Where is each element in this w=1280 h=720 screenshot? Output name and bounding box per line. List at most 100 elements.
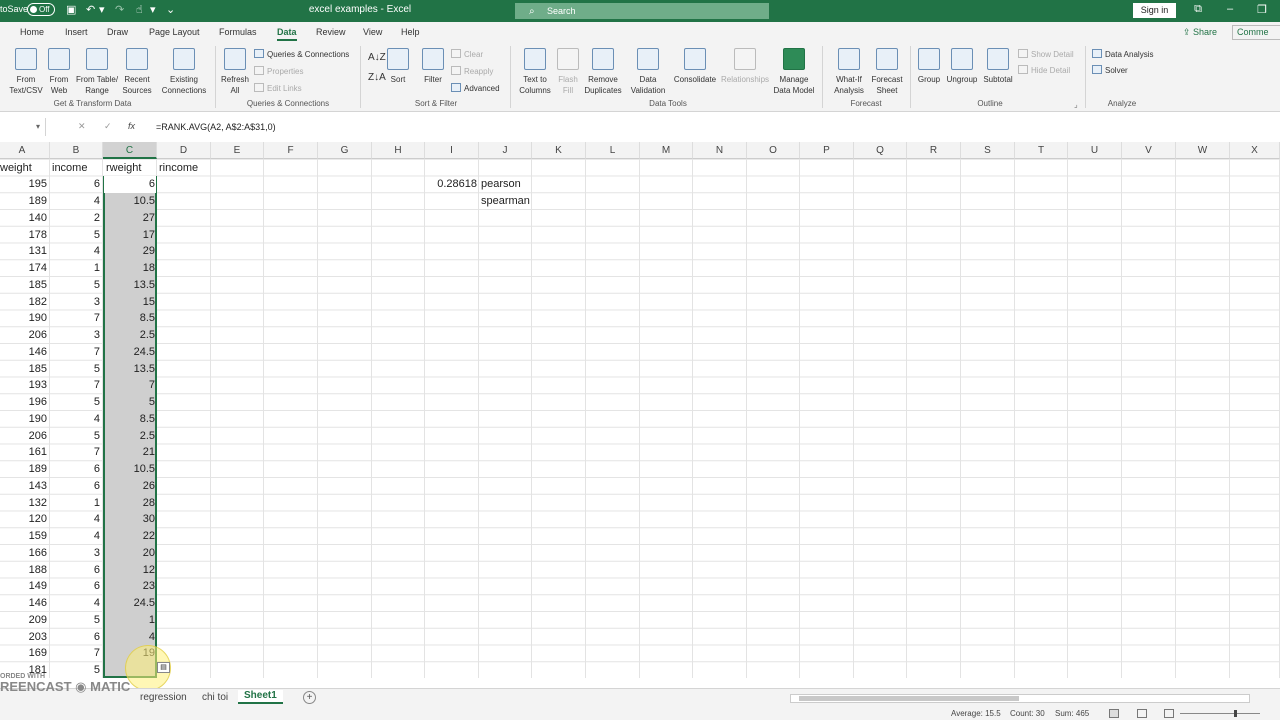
sort-a-z-icon[interactable]: A↓Z <box>368 52 386 63</box>
add-sheet-icon[interactable]: + <box>303 691 316 704</box>
column-header-x[interactable]: X <box>1230 142 1280 159</box>
cell-rweight[interactable]: 24.5 <box>104 344 155 361</box>
name-box[interactable]: ▾ <box>0 118 46 136</box>
column-header-o[interactable]: O <box>747 142 800 159</box>
cell-weight[interactable]: 120 <box>0 511 47 528</box>
clear-button[interactable]: Clear <box>451 49 483 59</box>
advanced-button[interactable]: Advanced <box>451 83 500 93</box>
cell-weight[interactable]: 143 <box>0 478 47 495</box>
cell-income[interactable]: 3 <box>52 294 100 311</box>
consolidate-button[interactable]: Consolidate <box>672 48 718 85</box>
cell-rweight[interactable]: 29 <box>104 243 155 260</box>
cell-weight[interactable]: 131 <box>0 243 47 260</box>
solver-button[interactable]: Solver <box>1092 65 1128 75</box>
cell-weight[interactable]: 169 <box>0 645 47 662</box>
cell-income[interactable]: 3 <box>52 327 100 344</box>
cell-rweight[interactable]: 15 <box>104 294 155 311</box>
column-header-h[interactable]: H <box>372 142 425 159</box>
relationships-button[interactable]: Relationships <box>719 48 771 85</box>
cell-weight[interactable]: 195 <box>0 176 47 193</box>
tab-view[interactable]: View <box>363 27 382 37</box>
cell-weight[interactable]: 146 <box>0 595 47 612</box>
normal-view-icon[interactable] <box>1109 709 1119 718</box>
cell-income[interactable]: 4 <box>52 511 100 528</box>
cell-income[interactable]: 5 <box>52 394 100 411</box>
scrollbar-thumb[interactable] <box>799 696 1019 701</box>
manage-data-model-button[interactable]: Manage Data Model <box>772 48 816 96</box>
cell-income[interactable]: 6 <box>52 562 100 579</box>
cell-weight[interactable]: 185 <box>0 361 47 378</box>
cell-weight[interactable]: 206 <box>0 327 47 344</box>
flash-fill-button[interactable]: Flash Fill <box>556 48 580 96</box>
cell-income[interactable]: 7 <box>52 377 100 394</box>
cell-rweight[interactable]: 28 <box>104 495 155 512</box>
cell-rweight[interactable]: 18 <box>104 260 155 277</box>
tab-insert[interactable]: Insert <box>65 27 88 37</box>
cell-weight[interactable]: 190 <box>0 310 47 327</box>
from-text-csv-button[interactable]: From Text/CSV <box>8 48 44 96</box>
reapply-button[interactable]: Reapply <box>451 66 493 76</box>
cell-income[interactable]: 7 <box>52 344 100 361</box>
recent-sources-button[interactable]: Recent Sources <box>121 48 153 96</box>
header-cell-rweight[interactable]: rweight <box>106 160 156 177</box>
cell-rweight[interactable]: 12 <box>104 562 155 579</box>
column-header-q[interactable]: Q <box>854 142 907 159</box>
cell-weight[interactable]: 196 <box>0 394 47 411</box>
touch-dropdown-icon[interactable]: ▾ <box>150 3 156 16</box>
customize-qat-icon[interactable]: ⌄ <box>166 3 175 16</box>
touch-mode-icon[interactable]: ☝ <box>136 3 143 16</box>
cell-income[interactable]: 4 <box>52 528 100 545</box>
cell-rweight[interactable]: 5 <box>104 394 155 411</box>
cell-income[interactable]: 2 <box>52 210 100 227</box>
cell-rweight[interactable]: 10.5 <box>104 193 155 210</box>
tab-draw[interactable]: Draw <box>107 27 128 37</box>
cell-income[interactable]: 1 <box>52 260 100 277</box>
forecast-sheet-button[interactable]: Forecast Sheet <box>870 48 904 96</box>
restore-icon[interactable]: ❐ <box>1252 3 1272 16</box>
hide-detail-button[interactable]: Hide Detail <box>1018 65 1070 75</box>
cell-income[interactable]: 4 <box>52 595 100 612</box>
cell-weight[interactable]: 188 <box>0 562 47 579</box>
cell-income[interactable]: 4 <box>52 411 100 428</box>
cell-rweight[interactable]: 24.5 <box>104 595 155 612</box>
cell-income[interactable]: 6 <box>52 478 100 495</box>
tab-formulas[interactable]: Formulas <box>219 27 257 37</box>
subtotal-button[interactable]: Subtotal <box>980 48 1016 85</box>
column-header-j[interactable]: J <box>479 142 532 159</box>
cell-weight[interactable]: 159 <box>0 528 47 545</box>
column-header-c[interactable]: C <box>103 142 157 159</box>
header-cell-income[interactable]: income <box>52 160 102 177</box>
cancel-icon[interactable]: ✕ <box>78 121 86 132</box>
tab-page-layout[interactable]: Page Layout <box>149 27 200 37</box>
cell-income[interactable]: 3 <box>52 545 100 562</box>
cell-rweight[interactable]: 6 <box>104 176 155 193</box>
column-header-f[interactable]: F <box>264 142 318 159</box>
data-analysis-button[interactable]: Data Analysis <box>1092 49 1153 59</box>
tab-home[interactable]: Home <box>20 27 44 37</box>
cell-income[interactable]: 6 <box>52 461 100 478</box>
cell-rweight[interactable]: 22 <box>104 528 155 545</box>
column-header-v[interactable]: V <box>1122 142 1176 159</box>
header-cell-weight[interactable]: weight <box>0 160 48 177</box>
properties-button[interactable]: Properties <box>254 66 303 76</box>
page-layout-view-icon[interactable] <box>1137 709 1147 718</box>
cell-weight[interactable]: 189 <box>0 193 47 210</box>
cell-rweight[interactable]: 23 <box>104 578 155 595</box>
data-validation-button[interactable]: Data Validation <box>625 48 671 96</box>
sheet-tab-regression[interactable]: regression <box>140 692 187 703</box>
cell-weight[interactable]: 189 <box>0 461 47 478</box>
sign-in-button[interactable]: Sign in <box>1133 3 1176 18</box>
column-header-i[interactable]: I <box>425 142 479 159</box>
minimize-icon[interactable]: – <box>1220 3 1240 15</box>
cell-pearson-label[interactable]: pearson <box>481 176 533 193</box>
autosave-toggle[interactable]: Off <box>27 3 55 16</box>
cell-rweight[interactable]: 1 <box>104 612 155 629</box>
enter-icon[interactable]: ✓ <box>104 121 112 132</box>
cell-rweight[interactable]: 20 <box>104 545 155 562</box>
cell-weight[interactable]: 174 <box>0 260 47 277</box>
cell-income[interactable]: 4 <box>52 243 100 260</box>
cell-rweight[interactable]: 7 <box>104 377 155 394</box>
remove-duplicates-button[interactable]: Remove Duplicates <box>582 48 624 96</box>
column-header-n[interactable]: N <box>693 142 747 159</box>
column-header-t[interactable]: T <box>1015 142 1068 159</box>
